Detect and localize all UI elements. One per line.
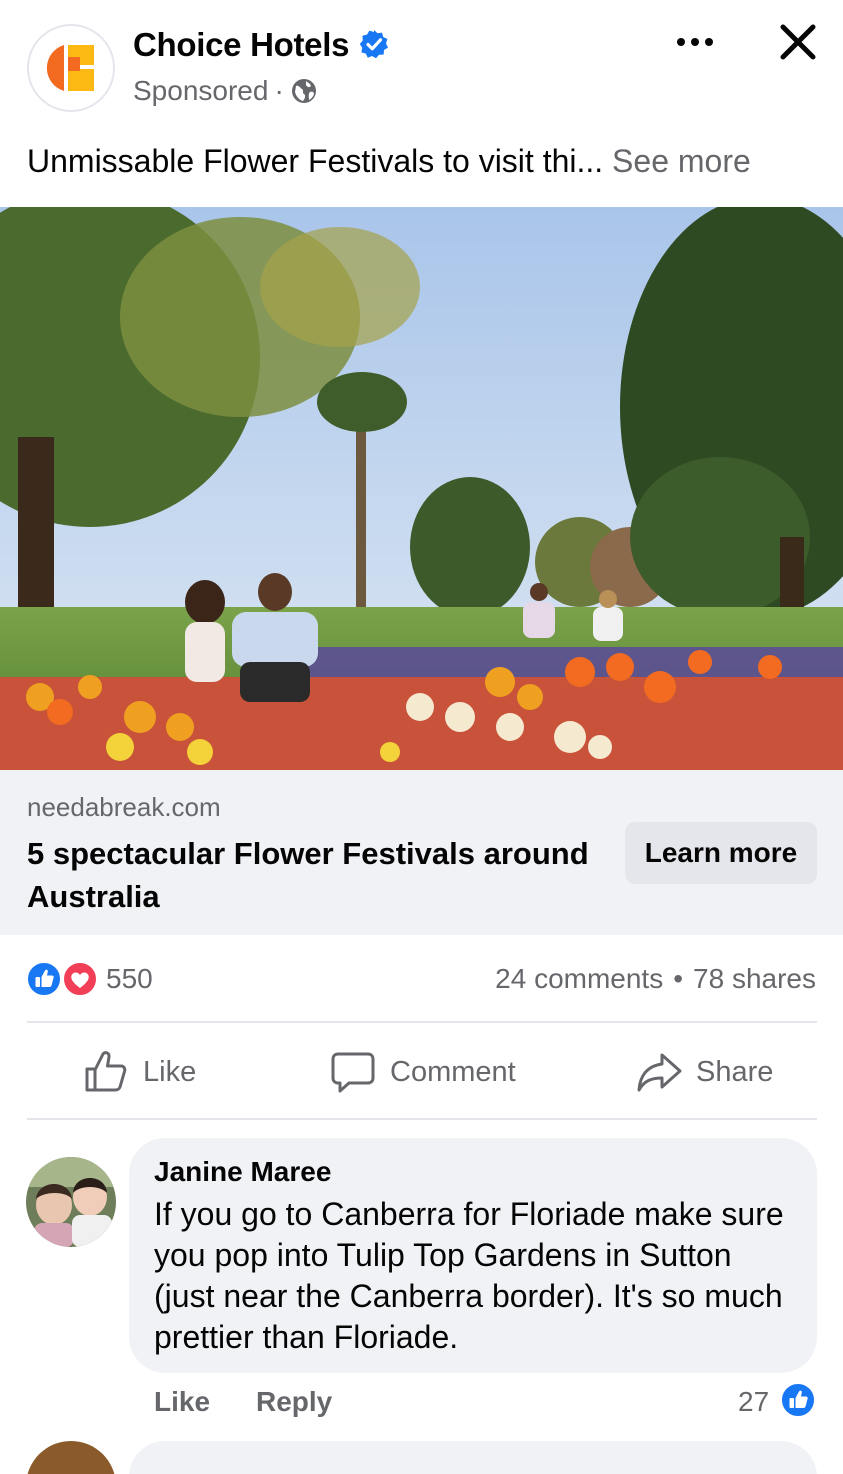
post-action-bar: Like Comment Share: [0, 1024, 843, 1120]
sponsored-row: Sponsored ·: [133, 73, 318, 109]
comment-button-label: Comment: [390, 1055, 516, 1088]
next-comment-avatar[interactable]: [26, 1441, 116, 1474]
ad-photo[interactable]: [0, 207, 843, 770]
like-reaction-icon: [780, 1382, 816, 1418]
page-name[interactable]: Choice Hotels: [133, 26, 349, 64]
comment-text: If you go to Canberra for Floriade make …: [154, 1196, 784, 1355]
counts-separator: •: [673, 963, 684, 994]
divider-top: [27, 1021, 817, 1023]
reaction-count[interactable]: 550: [106, 963, 153, 995]
verified-badge-icon: [359, 30, 388, 59]
reaction-icons[interactable]: [26, 961, 100, 997]
like-button-label: Like: [143, 1055, 197, 1088]
globe-icon: [291, 79, 316, 103]
comment-author[interactable]: Janine Maree: [154, 1156, 331, 1188]
like-reaction-icon: [26, 961, 62, 997]
close-icon[interactable]: [776, 20, 820, 64]
next-comment-bubble: [129, 1441, 817, 1474]
divider-bottom: [27, 1118, 817, 1120]
speech-bubble-icon: [331, 1052, 375, 1093]
share-button[interactable]: Share: [636, 1048, 773, 1096]
more-options-icon[interactable]: [672, 24, 718, 60]
love-reaction-icon: [62, 961, 98, 997]
post-caption: Unmissable Flower Festivals to visit thi…: [27, 143, 827, 180]
link-title[interactable]: 5 spectacular Flower Festivals around Au…: [27, 832, 607, 918]
share-arrow-icon: [637, 1053, 682, 1092]
comment-like-link[interactable]: Like: [154, 1386, 210, 1418]
comment-like-count[interactable]: 27: [738, 1386, 769, 1418]
share-button-label: Share: [696, 1055, 774, 1088]
separator-dot: ·: [274, 75, 284, 106]
comment-count[interactable]: 24 comments: [495, 963, 663, 995]
learn-more-button[interactable]: Learn more: [625, 822, 817, 884]
facebook-feed-screen: Choice Hotels Sponsored · Unmissable Flo…: [0, 0, 843, 1474]
commenter-avatar-image: [26, 1157, 116, 1247]
flower-garden-photo: [0, 207, 843, 770]
like-button[interactable]: Like: [83, 1048, 196, 1096]
choice-hotels-logo-icon: [46, 45, 94, 91]
comment-bubble: Janine Maree If you go to Canberra for F…: [129, 1138, 817, 1373]
post-header: Choice Hotels Sponsored ·: [0, 0, 843, 130]
comment-avatar[interactable]: [26, 1157, 116, 1247]
comment-share-counts: 24 comments • 78 shares: [495, 963, 816, 995]
sponsored-label: Sponsored: [133, 75, 269, 106]
thumbs-up-icon: [85, 1051, 127, 1092]
comment-button[interactable]: Comment: [330, 1048, 516, 1096]
see-more-link[interactable]: See more: [612, 143, 751, 179]
reactions-summary: 550 24 comments • 78 shares: [0, 950, 843, 1006]
caption-text: Unmissable Flower Festivals to visit thi…: [27, 143, 604, 179]
link-preview-card[interactable]: needabreak.com 5 spectacular Flower Fest…: [0, 770, 843, 935]
link-domain: needabreak.com: [27, 792, 221, 822]
comment-reply-link[interactable]: Reply: [256, 1386, 332, 1418]
page-avatar[interactable]: [27, 24, 115, 112]
share-count[interactable]: 78 shares: [693, 963, 816, 995]
